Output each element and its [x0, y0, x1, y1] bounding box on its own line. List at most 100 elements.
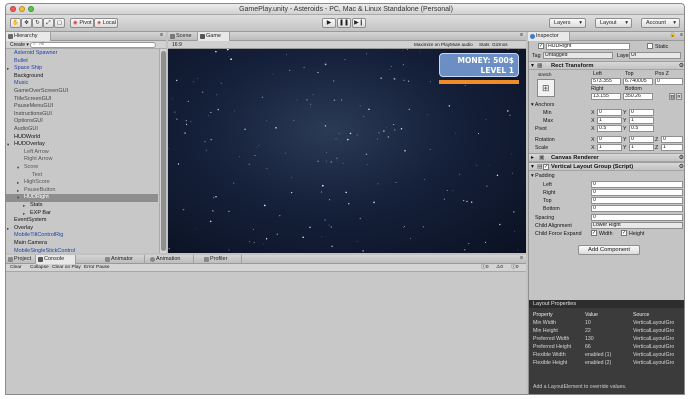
hierarchy-item[interactable]: ▸ PauseButton [6, 187, 158, 195]
hierarchy-item[interactable]: Left Arrow [6, 149, 158, 157]
vlg-enabled-checkbox[interactable]: ✓ [543, 164, 549, 170]
tab-console[interactable]: Console [36, 255, 76, 264]
tab-profiler[interactable]: Profiler [202, 255, 242, 264]
bottom-field[interactable]: 350.26 [623, 93, 653, 100]
foldout-arrow-icon[interactable]: ▸ [7, 65, 9, 73]
pivot-y-field[interactable]: 0.5 [629, 125, 654, 132]
aspect-dropdown[interactable]: 16:9 [172, 42, 182, 48]
object-name-field[interactable]: HUDRight [546, 43, 630, 50]
active-checkbox[interactable]: ✓ [538, 43, 544, 49]
padding-right-field[interactable]: 0 [591, 189, 683, 196]
console-log-area[interactable] [6, 272, 526, 394]
padding-top-field[interactable]: 0 [591, 197, 683, 204]
maximize-on-play-toggle[interactable]: Maximize on Play [414, 42, 450, 47]
play-button[interactable]: ▶ [322, 18, 336, 28]
rotate-tool-button[interactable]: ↻ [32, 18, 43, 28]
hierarchy-item[interactable]: ▸ Stats [6, 202, 158, 210]
scroll-thumb[interactable] [161, 51, 166, 251]
posz-field[interactable]: 0 [655, 78, 683, 85]
tab-animator[interactable]: Animator [103, 255, 145, 264]
minimize-window-button[interactable] [19, 6, 25, 12]
hierarchy-item[interactable]: InstructionsGUI [6, 111, 158, 119]
static-checkbox[interactable] [647, 43, 653, 49]
tab-game[interactable]: Game [198, 32, 230, 41]
raw-edit-button[interactable]: R [676, 93, 682, 100]
foldout-arrow-icon[interactable]: ▸ [23, 210, 25, 218]
hierarchy-item[interactable]: Music [6, 80, 158, 88]
anchors-foldout[interactable]: ▾ Anchors [531, 102, 554, 108]
hierarchy-item[interactable]: Background [6, 73, 158, 81]
hierarchy-item[interactable]: AudioGUI [6, 126, 158, 134]
right-field[interactable]: 13.155 [591, 93, 621, 100]
force-expand-width-checkbox[interactable]: ✓ [591, 230, 597, 236]
anchor-min-x-field[interactable]: 0 [597, 109, 622, 116]
foldout-arrow-icon[interactable]: ▾ [17, 164, 19, 172]
foldout-arrow-icon[interactable]: ▸ [23, 202, 25, 210]
rect-transform-header[interactable]: ▾ ▦ Rect Transform ⚙ [529, 61, 684, 70]
gear-icon[interactable]: ⚙ [679, 154, 684, 162]
scale-tool-button[interactable]: ⤢ [43, 18, 54, 28]
scale-z-field[interactable]: 1 [661, 144, 683, 151]
foldout-arrow-icon[interactable]: ▸ [17, 179, 19, 187]
step-button[interactable]: ▶❙ [352, 18, 366, 28]
create-dropdown[interactable]: Create ▾ [8, 42, 31, 48]
padding-foldout[interactable]: ▾ Padding [531, 173, 555, 179]
hierarchy-item[interactable]: HUDWorld [6, 134, 158, 142]
layout-dropdown[interactable]: Layout ▾ [595, 18, 632, 28]
foldout-arrow-icon[interactable]: ▾ [7, 141, 9, 149]
padding-bottom-field[interactable]: 0 [591, 205, 683, 212]
anchor-max-x-field[interactable]: 1 [597, 117, 622, 124]
local-toggle-button[interactable]: ◈ Local [94, 18, 118, 28]
spacing-field[interactable]: 0 [591, 214, 683, 221]
foldout-arrow-icon[interactable]: ▸ [7, 225, 9, 233]
tag-dropdown[interactable]: Untagged [543, 52, 613, 59]
gear-icon[interactable]: ⚙ [679, 62, 684, 70]
rotation-z-field[interactable]: 0 [661, 136, 683, 143]
tab-scene[interactable]: Scene [168, 32, 198, 41]
gizmos-dropdown[interactable]: Gizmos [492, 42, 508, 47]
pivot-toggle-button[interactable]: ◉ Pivot [70, 18, 94, 28]
hierarchy-item[interactable]: ▸ HighScore [6, 179, 158, 187]
blueprint-mode-button[interactable]: ▥ [669, 93, 675, 100]
force-expand-height-checkbox[interactable]: ✓ [621, 230, 627, 236]
panel-menu-icon[interactable]: ≡ [680, 32, 683, 38]
panel-menu-icon[interactable]: ≡ [520, 255, 523, 261]
left-field[interactable]: 573.355 [591, 78, 621, 85]
clear-on-play-toggle[interactable]: Clear on Play [52, 264, 81, 272]
rotation-y-field[interactable]: 0 [629, 136, 654, 143]
hierarchy-item[interactable]: ▾ Score [6, 164, 158, 172]
hierarchy-item[interactable]: ▸ EXP Bar [6, 210, 158, 218]
hierarchy-item[interactable]: Asteroid Spawner [6, 50, 158, 58]
panel-menu-icon[interactable]: ≡ [520, 32, 523, 38]
hierarchy-item[interactable]: Main Camera [6, 240, 158, 248]
anchor-max-y-field[interactable]: 1 [629, 117, 654, 124]
mute-audio-toggle[interactable]: Mute audio [450, 42, 473, 47]
padding-left-field[interactable]: 0 [591, 181, 683, 188]
collapse-toggle[interactable]: Collapse [30, 264, 49, 272]
hierarchy-item[interactable]: MobileSingleStickControl [6, 248, 158, 253]
child-alignment-dropdown[interactable]: Lower Right [591, 222, 683, 229]
error-pause-toggle[interactable]: Error Pause [84, 264, 110, 272]
info-filter-toggle[interactable]: ⓘ0 [481, 264, 488, 272]
anchor-presets-button[interactable]: ⊞ [537, 79, 555, 97]
stats-toggle[interactable]: Stats [479, 42, 489, 47]
lock-icon[interactable]: 🔒 [670, 32, 676, 38]
hierarchy-search-input[interactable]: ⌕ All [30, 42, 156, 48]
hierarchy-item[interactable]: OptionsGUI [6, 118, 158, 126]
error-filter-toggle[interactable]: ⓘ0 [511, 264, 518, 272]
scale-x-field[interactable]: 1 [597, 144, 622, 151]
clear-button[interactable]: Clear [10, 264, 21, 272]
vertical-layout-group-header[interactable]: ▾ ▤ ✓ Vertical Layout Group (Script) ⚙ [529, 162, 684, 171]
foldout-arrow-icon[interactable]: ▾ [17, 194, 19, 202]
hierarchy-item[interactable]: PauseMenuGUI [6, 103, 158, 111]
hierarchy-item[interactable]: ▸ Overlay [6, 225, 158, 233]
tab-inspector[interactable]: Inspector [528, 32, 570, 41]
hierarchy-item[interactable]: ▾ HUDOverlay [6, 141, 158, 149]
hierarchy-scrollbar[interactable] [159, 49, 166, 253]
hierarchy-item[interactable]: ▸ Space Ship [6, 65, 158, 73]
hierarchy-item[interactable]: Text [6, 172, 158, 180]
hierarchy-item[interactable]: Bullet [6, 58, 158, 66]
rotation-x-field[interactable]: 0 [597, 136, 622, 143]
anchor-min-y-field[interactable]: 0 [629, 109, 654, 116]
layers-dropdown[interactable]: Layers ▾ [549, 18, 586, 28]
